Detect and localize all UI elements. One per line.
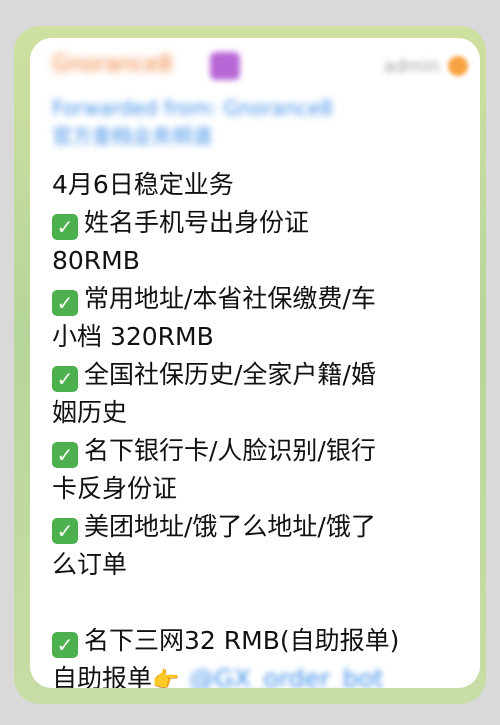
sender-emoji-icon — [210, 52, 240, 80]
sender-name[interactable]: Gnorance8 — [52, 52, 173, 77]
item-4-line-1: ✓ 名下银行卡/人脸识别/银行 — [52, 432, 472, 470]
message-body: 4月6日稳定业务 ✓ 姓名手机号出身份证 80RMB ✓ 常用地址/本省社保缴费/车… — [52, 166, 472, 688]
checkmark-icon: ✓ — [52, 632, 78, 658]
item-3-line-1: ✓ 全国社保历史/全家户籍/婚 — [52, 356, 472, 394]
item-5-line-2: 么订单 — [52, 550, 128, 579]
item-5-line-1: ✓ 美团地址/饿了么地址/饿了 — [52, 508, 472, 546]
message-title: 4月6日稳定业务 — [52, 170, 234, 199]
item-1-line-1: ✓ 姓名手机号出身份证 — [52, 204, 472, 242]
special-item-text: 名下三网32 RMB(自助报单) — [84, 626, 400, 655]
item-2-line-1-text: 常用地址/本省社保缴费/车 — [84, 284, 376, 313]
admin-badge: admin — [383, 56, 440, 77]
item-2-line-1: ✓ 常用地址/本省社保缴费/车 — [52, 280, 472, 318]
pointing-hand-icon: 👉 — [152, 668, 180, 688]
checkmark-icon: ✓ — [52, 214, 78, 240]
checkmark-icon: ✓ — [52, 290, 78, 316]
reaction-icon — [448, 56, 468, 76]
item-4-line-1-text: 名下银行卡/人脸识别/银行 — [84, 436, 376, 465]
special-item-line: ✓ 名下三网32 RMB(自助报单) — [52, 622, 472, 660]
item-1-line-1-text: 姓名手机号出身份证 — [84, 208, 310, 237]
item-5-line-1-text: 美团地址/饿了么地址/饿了 — [84, 512, 376, 541]
forwarded-channel[interactable]: 官方查档业务频道 — [52, 122, 472, 150]
item-3-line-2: 姻历史 — [52, 398, 128, 427]
checkmark-icon: ✓ — [52, 442, 78, 468]
item-4-line-2: 卡反身份证 — [52, 474, 178, 503]
item-1-line-2: 80RMB — [52, 246, 140, 275]
forwarded-from[interactable]: Forwarded from: Gnorance8 官方查档业务频道 — [52, 94, 472, 150]
message-header: Gnorance8 admin — [30, 38, 480, 88]
bot-line: 自助报单👉 @GX_order_bot — [52, 660, 472, 688]
bot-mention-link[interactable]: @GX_order_bot — [189, 664, 383, 688]
message-bubble[interactable]: Gnorance8 admin Forwarded from: Gnorance… — [30, 38, 480, 688]
bot-line-text: 自助报单 — [52, 664, 153, 688]
item-3-line-1-text: 全国社保历史/全家户籍/婚 — [84, 360, 376, 389]
item-2-line-2: 小档 320RMB — [52, 322, 214, 351]
forwarded-source[interactable]: Forwarded from: Gnorance8 — [52, 96, 333, 120]
checkmark-icon: ✓ — [52, 518, 78, 544]
checkmark-icon: ✓ — [52, 366, 78, 392]
